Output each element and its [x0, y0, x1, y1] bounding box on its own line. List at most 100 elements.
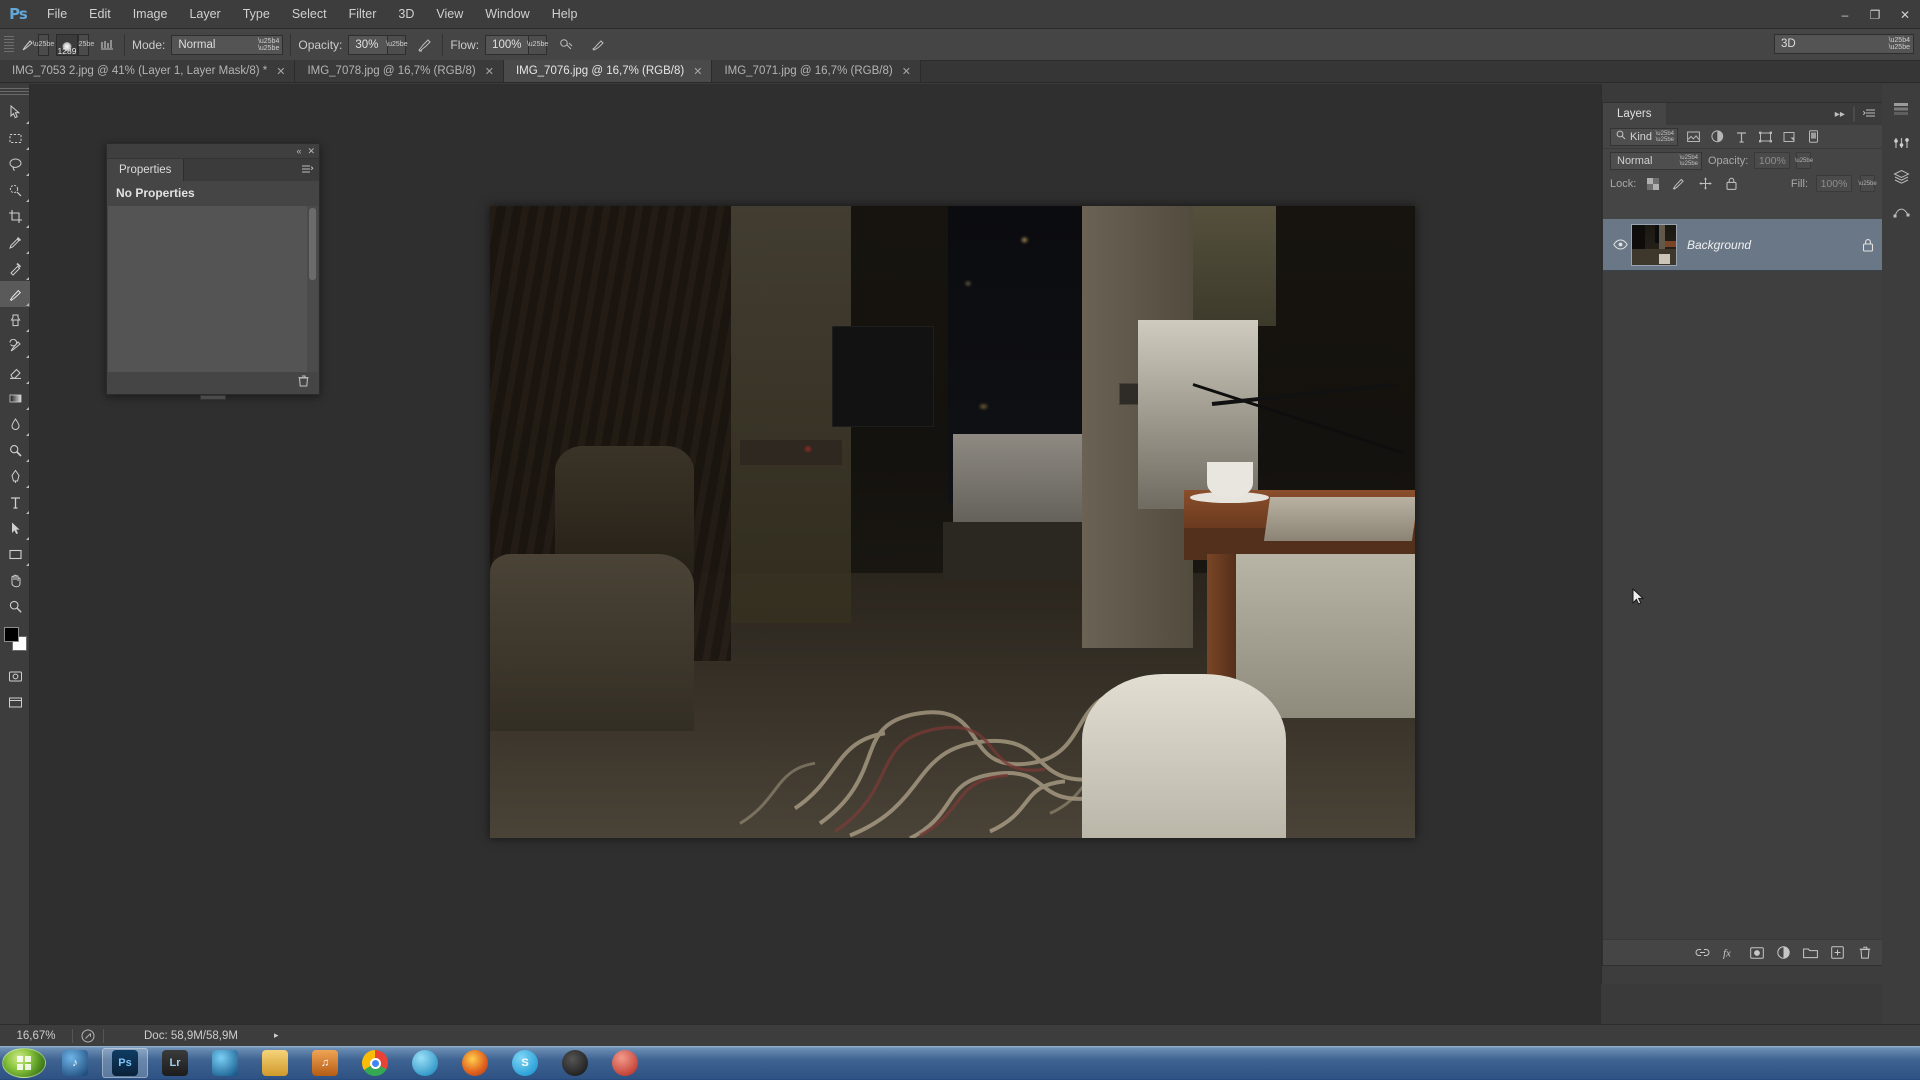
document-tab-img7053[interactable]: IMG_7053 2.jpg @ 41% (Layer 1, Layer Mas…: [0, 60, 296, 82]
tab-close-icon[interactable]: ✕: [276, 65, 285, 78]
rectangular-marquee-tool[interactable]: [0, 125, 30, 151]
new-fill-adjustment-icon[interactable]: [1776, 945, 1791, 960]
tablet-pressure-opacity-icon[interactable]: [415, 35, 435, 55]
menu-image[interactable]: Image: [122, 0, 179, 29]
tab-close-icon[interactable]: ✕: [485, 65, 494, 78]
taskbar-browser-globe[interactable]: [202, 1048, 248, 1078]
options-bar-grip[interactable]: [4, 35, 14, 54]
color-swatches[interactable]: [0, 625, 30, 655]
menu-layer[interactable]: Layer: [178, 0, 231, 29]
menu-select[interactable]: Select: [281, 0, 338, 29]
taskbar-lightroom[interactable]: Lr: [152, 1048, 198, 1078]
lock-transparent-pixels-icon[interactable]: [1644, 175, 1662, 193]
tools-panel-grip[interactable]: [0, 88, 29, 96]
menu-window[interactable]: Window: [474, 0, 540, 29]
layer-list[interactable]: Background: [1603, 219, 1882, 939]
properties-scrollbar[interactable]: [307, 206, 318, 372]
close-button[interactable]: ✕: [1890, 0, 1920, 29]
taskbar-skype[interactable]: S: [502, 1048, 548, 1078]
delete-layer-icon[interactable]: [1857, 945, 1872, 960]
link-layers-icon[interactable]: [1695, 945, 1710, 960]
rectangle-tool[interactable]: [0, 541, 30, 567]
type-layers-filter-icon[interactable]: [1732, 128, 1750, 146]
close-icon[interactable]: ✕: [307, 146, 315, 157]
status-expand-arrow-icon[interactable]: ▸: [274, 1030, 279, 1041]
brush-tool[interactable]: [0, 281, 30, 307]
menu-help[interactable]: Help: [541, 0, 589, 29]
adjustments-panel-icon[interactable]: [1882, 126, 1920, 160]
flow-input[interactable]: 100%: [485, 34, 530, 55]
menu-file[interactable]: File: [36, 0, 78, 29]
layers-panel-icon[interactable]: [1882, 160, 1920, 194]
document-tab-img7078[interactable]: IMG_7078.jpg @ 16,7% (RGB/8) ✕: [295, 60, 504, 82]
layer-mask-icon[interactable]: [1749, 945, 1764, 960]
flow-dropdown[interactable]: \u25be: [527, 34, 548, 55]
brush-panel-icon[interactable]: [97, 35, 117, 55]
maximize-button[interactable]: ❐: [1860, 0, 1890, 29]
panel-resize-handle[interactable]: [200, 395, 226, 400]
tab-close-icon[interactable]: ✕: [693, 65, 702, 78]
trash-icon[interactable]: [298, 374, 309, 392]
menu-type[interactable]: Type: [232, 0, 281, 29]
menu-3d[interactable]: 3D: [387, 0, 425, 29]
collapse-icon[interactable]: «: [296, 146, 301, 156]
taskbar-media-player[interactable]: ♪: [52, 1048, 98, 1078]
layer-row-background[interactable]: Background: [1603, 219, 1882, 271]
taskbar-obs[interactable]: [552, 1048, 598, 1078]
tab-close-icon[interactable]: ✕: [902, 65, 911, 78]
tablet-pressure-size-icon[interactable]: [588, 35, 608, 55]
eyedropper-tool[interactable]: [0, 229, 30, 255]
start-button[interactable]: [2, 1048, 46, 1078]
workspace-select[interactable]: 3D \u25b4 \u25be: [1774, 34, 1914, 54]
quick-mask-toggle[interactable]: [0, 663, 30, 689]
spot-healing-brush-tool[interactable]: [0, 255, 30, 281]
zoom-level-input[interactable]: 16,67%: [0, 1030, 72, 1042]
taskbar-skype-web[interactable]: [402, 1048, 448, 1078]
gradient-tool[interactable]: [0, 385, 30, 411]
screen-mode-toggle[interactable]: [0, 689, 30, 715]
menu-edit[interactable]: Edit: [78, 0, 122, 29]
panel-menu-icon[interactable]: [302, 165, 314, 176]
filter-kind-select[interactable]: Kind \u25b4 \u25be: [1610, 127, 1678, 146]
pixel-layers-filter-icon[interactable]: [1684, 128, 1702, 146]
horizontal-type-tool[interactable]: [0, 489, 30, 515]
dodge-tool[interactable]: [0, 437, 30, 463]
right-dock-header[interactable]: [1602, 84, 1882, 102]
layer-opacity-input[interactable]: 100%: [1754, 152, 1791, 169]
crop-tool[interactable]: [0, 203, 30, 229]
brush-preset-dropdown[interactable]: \u25be: [33, 33, 54, 56]
layer-lock-icon[interactable]: [1854, 238, 1882, 252]
path-selection-tool[interactable]: [0, 515, 30, 541]
history-brush-tool[interactable]: [0, 333, 30, 359]
blur-tool[interactable]: [0, 411, 30, 437]
minimize-button[interactable]: –: [1830, 0, 1860, 29]
menu-view[interactable]: View: [425, 0, 474, 29]
taskbar-file-explorer[interactable]: [252, 1048, 298, 1078]
layer-blend-mode-select[interactable]: Normal \u25b4 \u25be: [1610, 151, 1702, 170]
taskbar-photoshop[interactable]: Ps: [102, 1048, 148, 1078]
color-panel-icon[interactable]: [1882, 92, 1920, 126]
layer-name[interactable]: Background: [1687, 238, 1854, 252]
layer-thumbnail[interactable]: [1631, 223, 1677, 266]
zoom-tool[interactable]: [0, 593, 30, 619]
expand-dock-icon[interactable]: ▸▸: [1835, 109, 1845, 120]
properties-panel-titlebar[interactable]: « ✕: [107, 144, 319, 159]
adjustment-layers-filter-icon[interactable]: [1708, 128, 1726, 146]
document-canvas[interactable]: [490, 206, 1415, 838]
clone-stamp-tool[interactable]: [0, 307, 30, 333]
new-layer-icon[interactable]: [1830, 945, 1845, 960]
eraser-tool[interactable]: [0, 359, 30, 385]
taskbar-music-app[interactable]: ♫: [302, 1048, 348, 1078]
foreground-color-swatch[interactable]: [4, 627, 19, 642]
hand-tool[interactable]: [0, 567, 30, 593]
panel-menu-icon[interactable]: [1862, 105, 1876, 123]
tab-layers[interactable]: Layers: [1603, 103, 1666, 125]
brush-picker-dropdown[interactable]: \u25be: [73, 33, 94, 56]
layer-visibility-eye-icon[interactable]: [1609, 239, 1631, 250]
paths-panel-icon[interactable]: [1882, 194, 1920, 228]
properties-panel[interactable]: « ✕ Properties No Properties: [106, 143, 320, 400]
taskbar-picture-viewer[interactable]: [602, 1048, 648, 1078]
move-tool[interactable]: [0, 99, 30, 125]
doc-info-icon[interactable]: [73, 1029, 103, 1043]
workspace-switcher[interactable]: 3D \u25b4 \u25be: [1774, 34, 1914, 54]
